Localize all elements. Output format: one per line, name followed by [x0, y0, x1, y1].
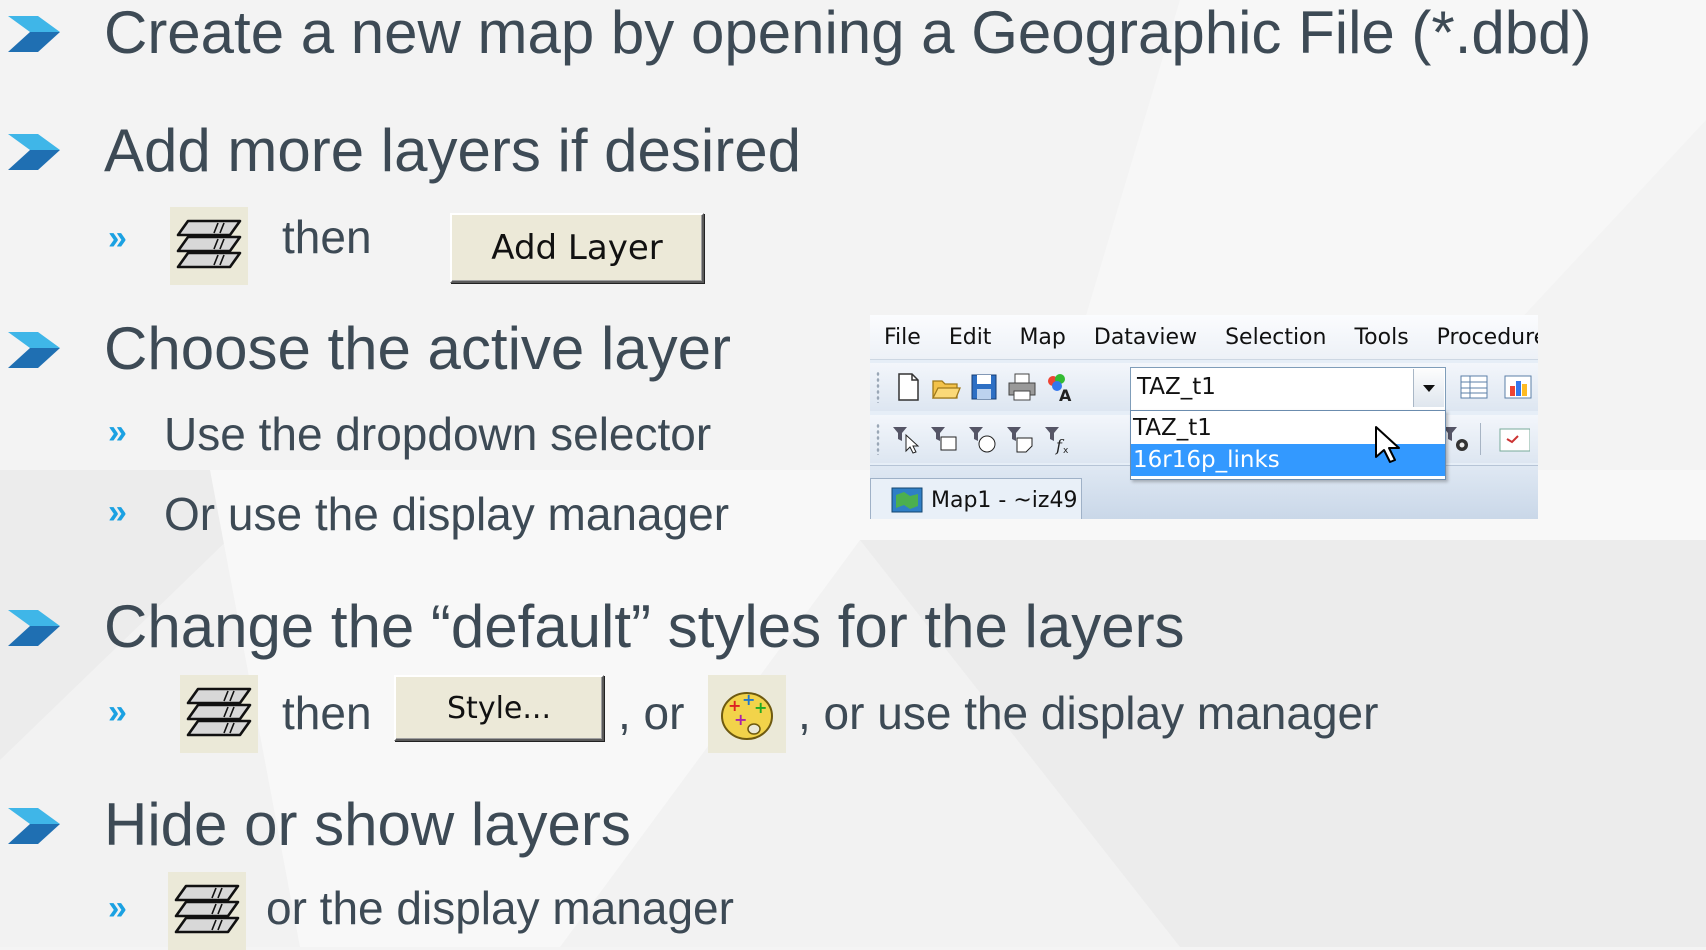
toolbar-grip[interactable]: [876, 371, 880, 403]
menu-file[interactable]: File: [870, 325, 935, 350]
print-icon[interactable]: [1006, 371, 1038, 403]
active-layer-value: TAZ_t1: [1137, 374, 1216, 400]
display-manager-alt: , or use the display manager: [798, 687, 1379, 739]
map-icon: [891, 487, 923, 513]
add-layer-button[interactable]: Add Layer: [450, 213, 704, 283]
select-formula-icon[interactable]: fx: [1042, 423, 1074, 455]
svg-text:+: +: [754, 698, 767, 717]
select-polygon-icon[interactable]: [1004, 423, 1036, 455]
select-circle-icon[interactable]: [966, 423, 998, 455]
bullet-add-layers: Add more layers if desired: [104, 117, 801, 184]
slide: Create a new map by opening a Geographic…: [0, 0, 1706, 950]
bullet-choose-active-layer: Choose the active layer: [104, 315, 732, 382]
chevron-down-icon: [1423, 385, 1435, 392]
bullet-hide-show-layers: Hide or show layers: [104, 791, 631, 858]
then-label: then: [282, 211, 372, 263]
style-button[interactable]: Style...: [394, 675, 604, 741]
menu-map[interactable]: Map: [1005, 325, 1079, 350]
sub-bullet-dropdown-selector: Use the dropdown selector: [164, 408, 712, 460]
bullet-change-styles: Change the “default” styles for the laye…: [104, 593, 1185, 660]
menu-edit[interactable]: Edit: [935, 325, 1006, 350]
toolbar-separator: [1480, 423, 1481, 455]
open-folder-icon[interactable]: [930, 371, 962, 403]
color-text-icon[interactable]: A: [1044, 371, 1076, 403]
then-label: then: [282, 687, 372, 739]
active-layer-dropdown[interactable]: TAZ_t1: [1130, 367, 1446, 411]
layers-icon[interactable]: [170, 207, 248, 285]
menu-procedure[interactable]: Procedure: [1423, 325, 1538, 350]
menu-tools[interactable]: Tools: [1340, 325, 1422, 350]
layers-icon[interactable]: [168, 872, 246, 950]
arrow-bullet-icon: [8, 808, 60, 844]
arrow-bullet-icon: [8, 332, 60, 368]
menu-bar: File Edit Map Dataview Selection Tools P…: [870, 315, 1538, 360]
arrow-bullet-icon: [8, 134, 60, 170]
save-icon[interactable]: [968, 371, 1000, 403]
menu-selection[interactable]: Selection: [1211, 325, 1340, 350]
map-tab-label: Map1 - ~iz49: [931, 487, 1078, 513]
app-screenshot: File Edit Map Dataview Selection Tools P…: [870, 315, 1538, 519]
svg-text:x: x: [1063, 446, 1069, 455]
chart-icon[interactable]: [1502, 371, 1534, 403]
bullet-create-map: Create a new map by opening a Geographic…: [104, 0, 1592, 66]
svg-text:+: +: [734, 710, 747, 729]
select-rect-icon[interactable]: [928, 423, 960, 455]
layers-icon[interactable]: [180, 675, 258, 753]
sub-bullet-marker: »: [108, 493, 127, 531]
sub-bullet-marker: »: [108, 219, 127, 257]
sub-bullet-marker: »: [108, 413, 127, 451]
toolbar-grip[interactable]: [876, 423, 880, 455]
select-pointer-icon[interactable]: [890, 423, 922, 455]
or-label: , or: [618, 687, 685, 739]
palette-icon[interactable]: + + + +: [708, 675, 786, 753]
sub-bullet-display-manager: Or use the display manager: [164, 488, 730, 540]
mouse-cursor-icon: [1375, 426, 1400, 463]
sub-bullet-display-manager-hide: or the display manager: [266, 882, 734, 934]
table-view-icon[interactable]: [1458, 371, 1490, 403]
sub-bullet-marker: »: [108, 889, 127, 927]
arrow-bullet-icon: [8, 16, 60, 52]
arrow-bullet-icon: [8, 610, 60, 646]
dropdown-arrow-button[interactable]: [1413, 369, 1444, 407]
new-file-icon[interactable]: [892, 371, 924, 403]
map-tab[interactable]: Map1 - ~iz49: [870, 478, 1082, 519]
sub-bullet-marker: »: [108, 693, 127, 731]
menu-dataview[interactable]: Dataview: [1080, 325, 1211, 350]
map-view-icon[interactable]: [1498, 423, 1530, 455]
svg-text:A: A: [1059, 386, 1072, 403]
